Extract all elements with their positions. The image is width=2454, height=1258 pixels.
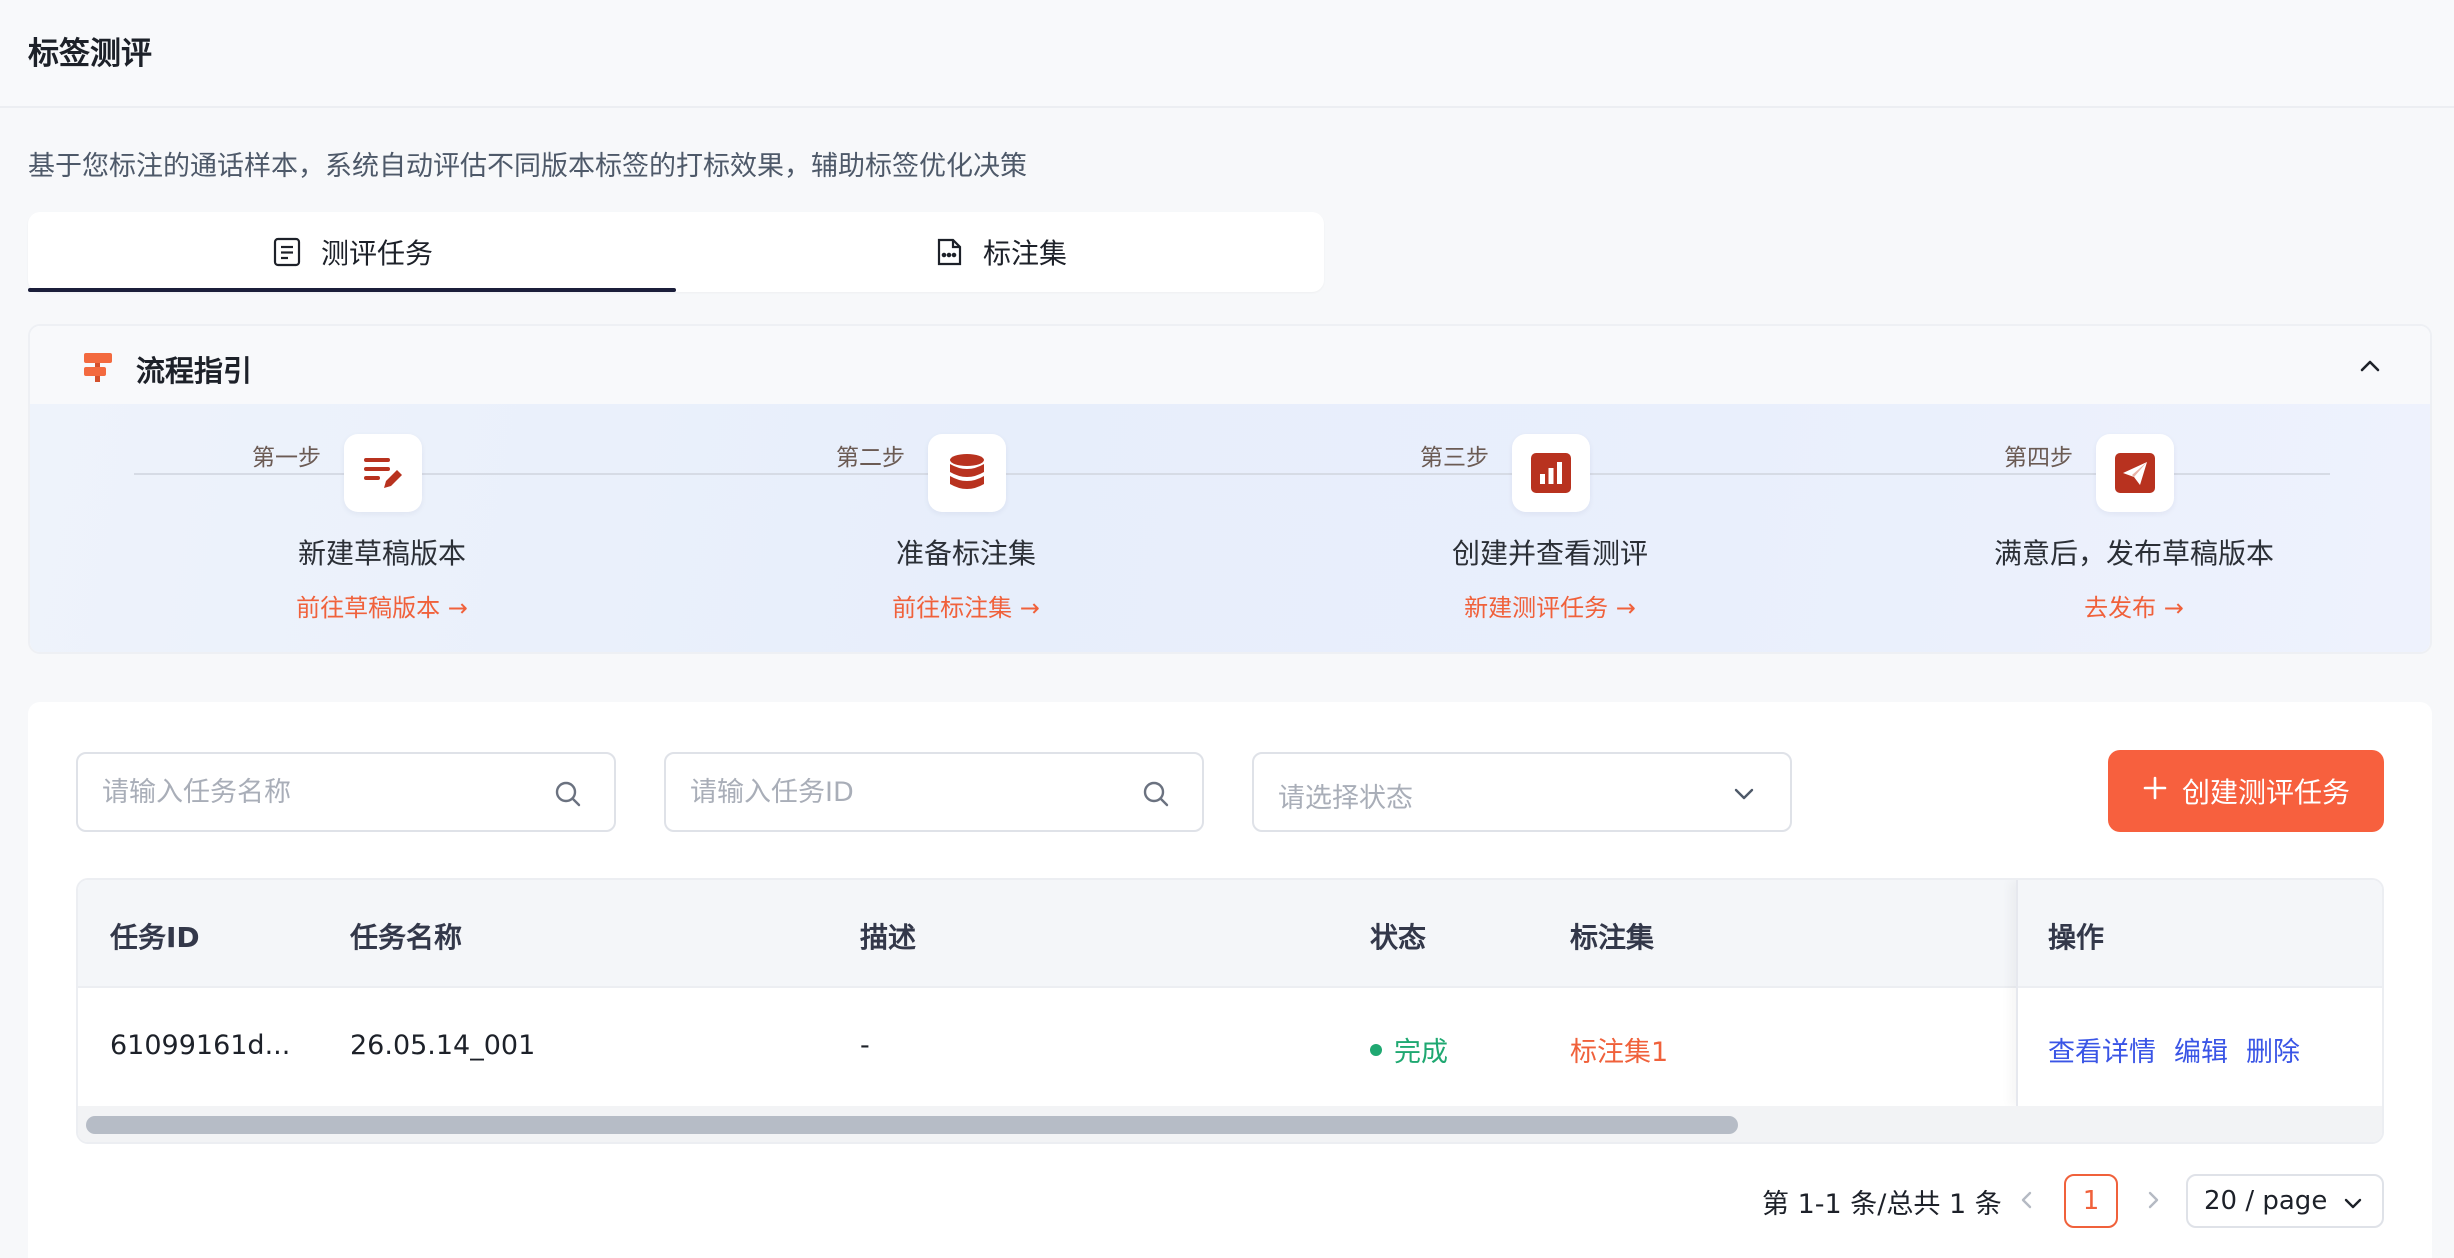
bar-chart-icon <box>1512 434 1590 512</box>
page-title: 标签测评 <box>28 36 152 72</box>
edit-link[interactable]: 编辑 <box>2174 1037 2228 1068</box>
chevron-down-icon <box>2340 1190 2366 1216</box>
plus-icon <box>2142 775 2168 808</box>
scrollbar-thumb[interactable] <box>86 1116 1738 1134</box>
delete-link[interactable]: 删除 <box>2246 1037 2300 1068</box>
tab-label: 测评任务 <box>320 237 433 270</box>
tab-annotation-sets[interactable]: 标注集 <box>676 212 1324 292</box>
tab-label: 标注集 <box>982 237 1067 270</box>
document-icon <box>271 236 303 268</box>
column-header-description: 描述 <box>860 921 917 954</box>
create-button-label: 创建测评任务 <box>2181 776 2350 809</box>
guide-steps: 第一步 新建草稿版本 前往草稿版本 → 第二步 准备标注集 前往标注集 → 第三… <box>30 404 2430 652</box>
step-label: 第二步 <box>836 445 905 471</box>
guide-header: 流程指引 <box>30 326 2430 404</box>
page-size-select[interactable]: 20 / page <box>2186 1174 2384 1228</box>
search-icon[interactable] <box>552 778 584 810</box>
guide-title: 流程指引 <box>136 354 253 388</box>
page-header: 标签测评 <box>0 0 2454 108</box>
horizontal-scrollbar[interactable] <box>78 1106 2382 1142</box>
database-icon <box>928 434 1006 512</box>
status-text: 完成 <box>1394 1037 1448 1068</box>
cell-description: - <box>860 1030 870 1061</box>
step-label: 第一步 <box>252 445 321 471</box>
column-header-status: 状态 <box>1370 921 1427 954</box>
prev-page-icon[interactable] <box>2012 1182 2042 1218</box>
link-new-evaluation-task[interactable]: 新建测评任务 → <box>1340 588 1760 623</box>
send-icon <box>2096 434 2174 512</box>
step-label: 第四步 <box>2004 445 2073 471</box>
create-evaluation-task-button[interactable]: 创建测评任务 <box>2108 750 2384 832</box>
status-select[interactable]: 请选择状态 <box>1252 752 1792 832</box>
step-label: 第三步 <box>1420 445 1489 471</box>
step-name: 创建并查看测评 <box>1451 537 1648 570</box>
chevron-down-icon <box>1728 778 1760 810</box>
step-name: 满意后，发布草稿版本 <box>1993 537 2274 570</box>
actions-cell: 查看详情 编辑 删除 <box>2018 988 2382 1106</box>
page-size-label: 20 / page <box>2204 1186 2328 1216</box>
task-list-card: 请选择状态 创建测评任务 任务ID 任务名称 描述 状态 标注集 6109916… <box>28 702 2432 1258</box>
status-badge: 完成 <box>1370 1030 1448 1069</box>
search-icon[interactable] <box>1140 778 1172 810</box>
tab-evaluation-tasks[interactable]: 测评任务 <box>28 212 676 292</box>
chevron-up-icon[interactable] <box>2354 350 2386 382</box>
actions-header-cell: 操作 <box>2018 880 2382 988</box>
column-header-task-name: 任务名称 <box>350 921 463 954</box>
step-name: 新建草稿版本 <box>297 537 466 570</box>
tab-bar: 测评任务 标注集 <box>28 212 1324 292</box>
link-go-draft-version[interactable]: 前往草稿版本 → <box>172 588 592 623</box>
cell-task-name: 26.05.14_001 <box>350 1030 536 1061</box>
task-name-input[interactable] <box>78 754 614 830</box>
cell-task-id: 61099161d... <box>110 1030 291 1061</box>
step-name: 准备标注集 <box>895 537 1036 570</box>
cell-annotation-set-link[interactable]: 标注集1 <box>1570 1030 1668 1069</box>
view-details-link[interactable]: 查看详情 <box>2048 1037 2156 1068</box>
file-dots-icon <box>933 236 965 268</box>
next-page-icon[interactable] <box>2138 1182 2168 1218</box>
pagination-info: 第 1-1 条/总共 1 条 <box>1762 1189 2002 1220</box>
edit-list-icon <box>344 434 422 512</box>
task-name-search <box>76 752 616 832</box>
task-id-search <box>664 752 1204 832</box>
process-guide-panel: 流程指引 第一步 新建草稿版本 前往草稿版本 → 第二步 准备标注集 前往标注集… <box>28 324 2432 654</box>
task-table: 任务ID 任务名称 描述 状态 标注集 61099161d... 26.05.1… <box>76 878 2384 1144</box>
link-go-annotation-set[interactable]: 前往标注集 → <box>756 588 1176 623</box>
status-select-placeholder: 请选择状态 <box>1278 783 1413 814</box>
page-description: 基于您标注的通话样本，系统自动评估不同版本标签的打标效果，辅助标签优化决策 <box>28 151 1027 182</box>
signpost-icon <box>80 348 116 384</box>
column-header-actions: 操作 <box>2048 921 2105 954</box>
actions-column: 操作 查看详情 编辑 删除 <box>2016 880 2382 1106</box>
status-dot-icon <box>1370 1043 1382 1056</box>
steps-connector-line <box>134 473 2330 475</box>
link-go-publish[interactable]: 去发布 → <box>1924 588 2344 623</box>
column-header-task-id: 任务ID <box>110 921 200 954</box>
page-number-current[interactable]: 1 <box>2064 1174 2118 1228</box>
column-header-annotation-set: 标注集 <box>1570 921 1655 954</box>
task-id-input[interactable] <box>666 754 1202 830</box>
